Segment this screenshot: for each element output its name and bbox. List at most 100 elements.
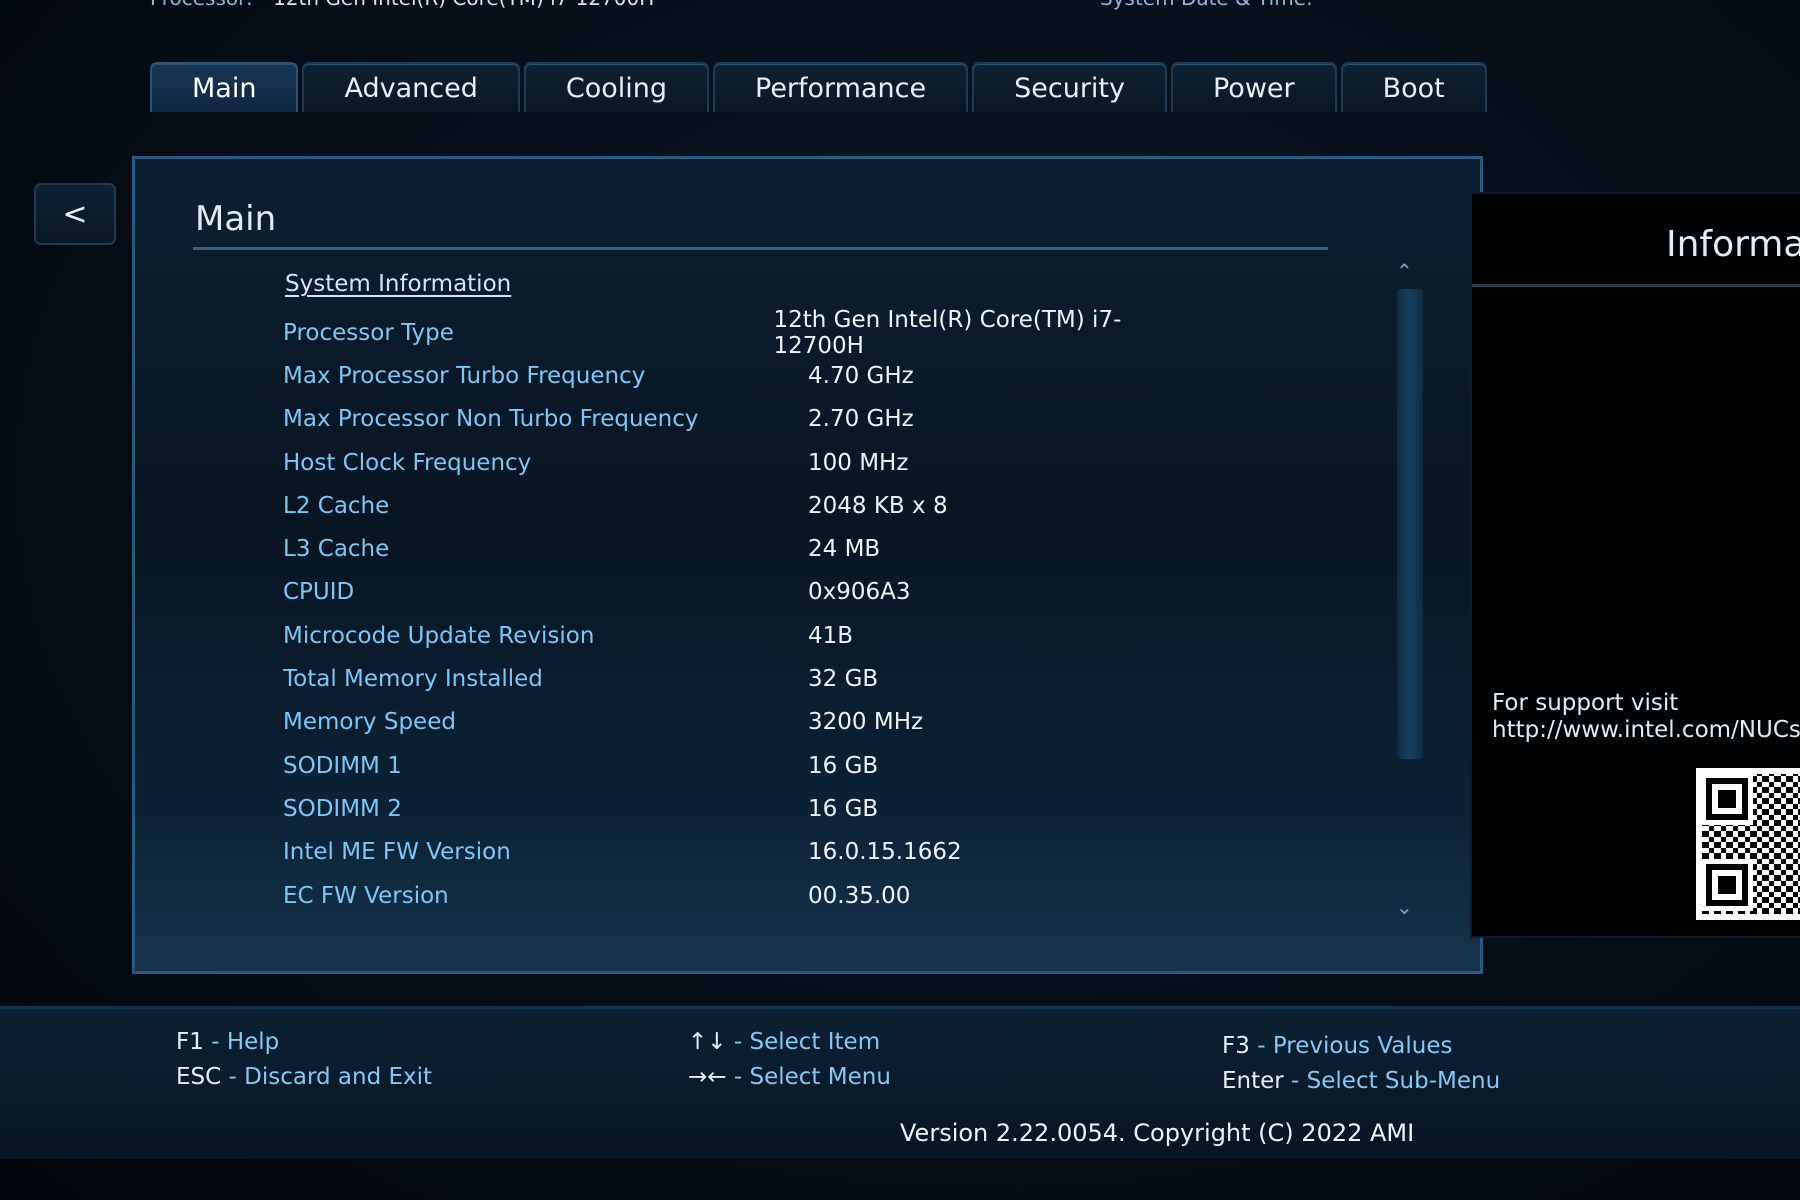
info-row-max-non-turbo-frequency[interactable]: Max Processor Non Turbo Frequency 2.70 G… (283, 398, 1183, 441)
scroll-down-icon[interactable]: ⌄ (1396, 895, 1413, 919)
hint-separator: - (733, 1064, 750, 1090)
hint-desc: Previous Values (1272, 1033, 1453, 1059)
bios-screen: Processor: 12th Gen Intel(R) Core(TM) i7… (0, 0, 1800, 1200)
qr-finder-icon (1701, 773, 1753, 825)
info-row-host-clock-frequency[interactable]: Host Clock Frequency 100 MHz (283, 441, 1183, 484)
qr-code-icon (1696, 768, 1800, 920)
info-row-me-fw-version[interactable]: Intel ME FW Version 16.0.15.1662 (283, 831, 1183, 874)
information-divider (1472, 284, 1800, 287)
info-label: L3 Cache (283, 536, 390, 563)
up-down-arrows-icon: ↑↓ (688, 1029, 727, 1055)
datetime-header: System Date & Time: (1100, 0, 1313, 10)
hint-separator: - (733, 1029, 750, 1055)
tab-cooling[interactable]: Cooling (523, 62, 709, 112)
tab-boot[interactable]: Boot (1340, 62, 1487, 112)
scroll-thumb[interactable] (1397, 289, 1423, 759)
info-label: Max Processor Non Turbo Frequency (283, 406, 699, 433)
hint-key: Enter (1222, 1068, 1284, 1094)
info-label: Intel ME FW Version (283, 839, 511, 866)
main-panel: Main System Information Processor Type 1… (132, 156, 1483, 974)
left-right-arrows-icon: →← (688, 1064, 727, 1090)
tab-main[interactable]: Main (150, 62, 299, 112)
info-value: 16.0.15.1662 (808, 839, 962, 866)
support-line: For support visit (1492, 690, 1679, 716)
tab-performance[interactable]: Performance (713, 62, 969, 112)
info-value: 4.70 GHz (808, 362, 914, 389)
info-row-total-memory[interactable]: Total Memory Installed 32 GB (283, 657, 1183, 700)
support-text: For support visit http://www.intel.com/N… (1492, 690, 1800, 744)
info-row-ec-fw-version[interactable]: EC FW Version 00.35.00 (283, 874, 1183, 917)
hint-select-item: ↑↓ - Select Item (688, 1029, 880, 1055)
info-value: 100 MHz (808, 449, 909, 476)
info-label: Processor Type (283, 319, 454, 346)
hint-key: F1 (176, 1029, 204, 1055)
info-value: 24 MB (808, 536, 881, 563)
qr-finder-icon (1701, 859, 1753, 911)
hint-separator: - (228, 1064, 245, 1090)
info-row-processor-type[interactable]: Processor Type 12th Gen Intel(R) Core(TM… (283, 307, 1183, 359)
info-label: SODIMM 1 (283, 752, 402, 779)
info-value: 0x906A3 (808, 579, 911, 606)
info-row-cpuid[interactable]: CPUID 0x906A3 (283, 571, 1183, 614)
hint-select-menu: →← - Select Menu (688, 1064, 891, 1090)
scroll-up-icon[interactable]: ⌃ (1396, 259, 1413, 283)
hint-desc: Select Menu (749, 1064, 891, 1090)
hint-key: ESC (176, 1064, 222, 1090)
info-value: 16 GB (808, 795, 879, 822)
section-heading-system-information[interactable]: System Information (285, 271, 511, 297)
hint-desc: Help (226, 1029, 280, 1055)
info-label: Max Processor Turbo Frequency (283, 362, 646, 389)
info-value: 3200 MHz (808, 709, 924, 736)
hint-previous-values: F3 - Previous Values (1222, 1033, 1452, 1059)
support-url: http://www.intel.com/NUCsu (1492, 717, 1800, 743)
info-value: 32 GB (808, 666, 879, 693)
info-label: Microcode Update Revision (283, 622, 595, 649)
hint-select-sub-menu: Enter - Select Sub-Menu (1222, 1068, 1500, 1094)
processor-header-label: Processor: (150, 0, 253, 10)
info-row-sodimm-1[interactable]: SODIMM 1 16 GB (283, 744, 1183, 787)
tab-advanced[interactable]: Advanced (302, 62, 520, 112)
scrollbar[interactable]: ⌃ ⌄ (1388, 259, 1428, 919)
datetime-header-label: System Date & Time: (1100, 0, 1313, 10)
tab-bar: Main Advanced Cooling Performance Securi… (150, 62, 1487, 120)
hint-desc: Discard and Exit (244, 1064, 433, 1090)
info-value: 16 GB (808, 752, 879, 779)
back-button[interactable]: < (34, 183, 116, 245)
hint-separator: - (211, 1029, 227, 1055)
title-divider (193, 247, 1328, 250)
processor-header: Processor: 12th Gen Intel(R) Core(TM) i7… (150, 0, 654, 10)
info-value: 2048 KB x 8 (808, 492, 948, 519)
hint-separator: - (1291, 1068, 1307, 1094)
tab-power[interactable]: Power (1170, 62, 1337, 112)
information-panel: Informat For support visit http://www.in… (1470, 192, 1800, 938)
hint-key: F3 (1222, 1033, 1250, 1059)
info-row-max-turbo-frequency[interactable]: Max Processor Turbo Frequency 4.70 GHz (283, 354, 1183, 397)
info-label: Host Clock Frequency (283, 449, 532, 476)
info-row-l3-cache[interactable]: L3 Cache 24 MB (283, 527, 1183, 570)
hint-desc: Select Item (749, 1029, 881, 1055)
info-label: Memory Speed (283, 709, 456, 736)
info-label: SODIMM 2 (283, 795, 402, 822)
hint-discard-exit: ESC - Discard and Exit (176, 1064, 432, 1090)
info-row-microcode-revision[interactable]: Microcode Update Revision 41B (283, 614, 1183, 657)
info-value: 00.35.00 (808, 882, 911, 909)
info-row-memory-speed[interactable]: Memory Speed 3200 MHz (283, 701, 1183, 744)
hint-desc: Select Sub-Menu (1306, 1068, 1501, 1094)
tab-security[interactable]: Security (972, 62, 1167, 112)
info-value: 12th Gen Intel(R) Core(TM) i7-12700H (773, 306, 1122, 359)
hint-separator: - (1257, 1033, 1273, 1059)
info-label: CPUID (283, 579, 355, 606)
info-label: EC FW Version (283, 882, 449, 909)
processor-header-value: 12th Gen Intel(R) Core(TM) i7-12700H (273, 0, 654, 10)
info-row-l2-cache[interactable]: L2 Cache 2048 KB x 8 (283, 484, 1183, 527)
version-copyright: Version 2.22.0054. Copyright (C) 2022 AM… (900, 1119, 1415, 1147)
footer-help-bar: F1 - Help ESC - Discard and Exit ↑↓ - Se… (0, 1006, 1800, 1159)
page-title: Main (195, 199, 277, 239)
hint-help: F1 - Help (176, 1029, 279, 1055)
info-value: 2.70 GHz (808, 406, 914, 433)
information-title: Informat (1666, 224, 1800, 265)
info-row-sodimm-2[interactable]: SODIMM 2 16 GB (283, 787, 1183, 830)
info-label: Total Memory Installed (283, 666, 543, 693)
system-info-list: Processor Type 12th Gen Intel(R) Core(TM… (283, 307, 1183, 917)
info-value: 41B (808, 622, 854, 649)
